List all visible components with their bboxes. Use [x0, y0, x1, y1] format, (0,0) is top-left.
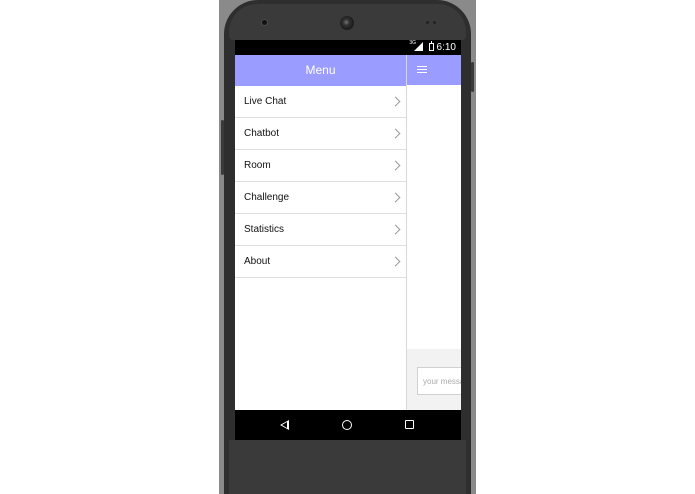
menu-item-label: Room — [244, 160, 271, 171]
chat-message-area — [407, 85, 461, 349]
status-bar: 3G 6:10 — [235, 40, 461, 55]
app-toolbar — [407, 55, 461, 85]
earpiece-speaker — [340, 16, 354, 30]
chevron-right-icon — [390, 96, 401, 107]
phone-bottom-bezel — [229, 440, 466, 494]
volume-button — [221, 120, 224, 175]
chevron-right-icon — [390, 128, 401, 139]
menu-item-label: Challenge — [244, 192, 290, 203]
chat-input-bar — [407, 349, 461, 410]
chevron-right-icon — [390, 224, 401, 235]
recents-icon[interactable] — [405, 420, 414, 429]
chevron-right-icon — [390, 192, 401, 203]
back-icon[interactable] — [280, 420, 289, 430]
home-icon[interactable] — [342, 420, 352, 430]
message-input[interactable] — [417, 367, 461, 395]
menu-item-label: Statistics — [244, 224, 285, 235]
menu-item-label: Live Chat — [244, 96, 287, 107]
drawer-title: Menu — [235, 55, 406, 86]
system-navigation-bar — [235, 410, 461, 440]
battery-icon — [429, 41, 434, 51]
menu-item-live-chat[interactable]: Live Chat — [235, 86, 406, 118]
power-button — [471, 62, 474, 92]
menu-item-label: About — [244, 256, 271, 267]
chevron-right-icon — [390, 160, 401, 171]
menu-item-label: Chatbot — [244, 128, 280, 139]
menu-item-statistics[interactable]: Statistics — [235, 214, 406, 246]
chevron-right-icon — [390, 256, 401, 267]
signal-icon — [414, 42, 423, 51]
front-camera — [262, 20, 267, 25]
navigation-drawer: Menu Live Chat Chatbot Room Challenge St… — [235, 55, 407, 410]
status-time: 6:10 — [436, 42, 456, 53]
menu-item-challenge[interactable]: Challenge — [235, 182, 406, 214]
hamburger-icon[interactable] — [417, 66, 427, 74]
light-sensor — [433, 21, 436, 24]
menu-item-about[interactable]: About — [235, 246, 406, 278]
phone-screen: 3G 6:10 Menu Live Chat Chatbot Room Chal… — [235, 40, 461, 440]
menu-item-room[interactable]: Room — [235, 150, 406, 182]
menu-item-chatbot[interactable]: Chatbot — [235, 118, 406, 150]
proximity-sensor — [426, 21, 429, 24]
